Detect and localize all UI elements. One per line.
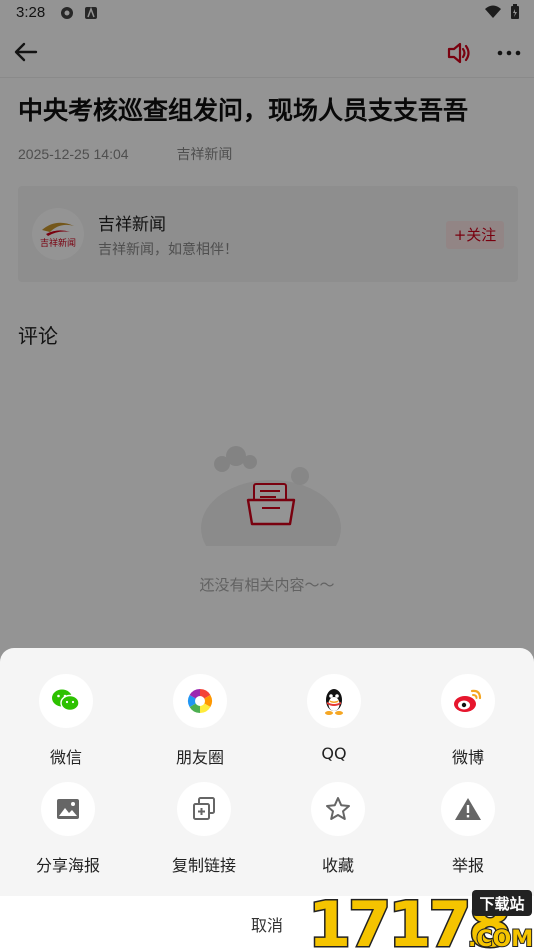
copy-link-icon (177, 782, 231, 836)
favorite-star-icon (311, 782, 365, 836)
report-warning-icon (441, 782, 495, 836)
poster-icon (41, 782, 95, 836)
share-wechat-label: 微信 (49, 748, 82, 767)
share-moments-button[interactable]: 朋友圈 (140, 674, 260, 774)
report-button[interactable]: 举报 (408, 782, 528, 882)
copy-link-label: 复制链接 (171, 856, 236, 875)
watermark-tag: 下载站 (479, 895, 524, 913)
qq-icon (307, 674, 361, 728)
favorite-label: 收藏 (321, 856, 354, 875)
favorite-button[interactable]: 收藏 (278, 782, 398, 882)
share-poster-label: 分享海报 (35, 856, 100, 875)
report-label: 举报 (451, 856, 484, 875)
share-moments-label: 朋友圈 (175, 748, 224, 767)
share-poster-button[interactable]: 分享海报 (8, 782, 128, 882)
share-weibo-button[interactable]: 微博 (408, 674, 528, 774)
copy-link-button[interactable]: 复制链接 (144, 782, 264, 882)
weibo-icon (441, 674, 495, 728)
share-qq-button[interactable]: QQ (274, 674, 394, 774)
share-wechat-button[interactable]: 微信 (6, 674, 126, 774)
share-qq-label: QQ (321, 744, 347, 763)
share-weibo-label: 微博 (451, 748, 484, 767)
moments-icon (173, 674, 227, 728)
watermark-suffix: .COM (468, 927, 533, 950)
site-watermark-logo: 17178 下载站 .COM (307, 887, 534, 950)
wechat-icon (39, 674, 93, 728)
